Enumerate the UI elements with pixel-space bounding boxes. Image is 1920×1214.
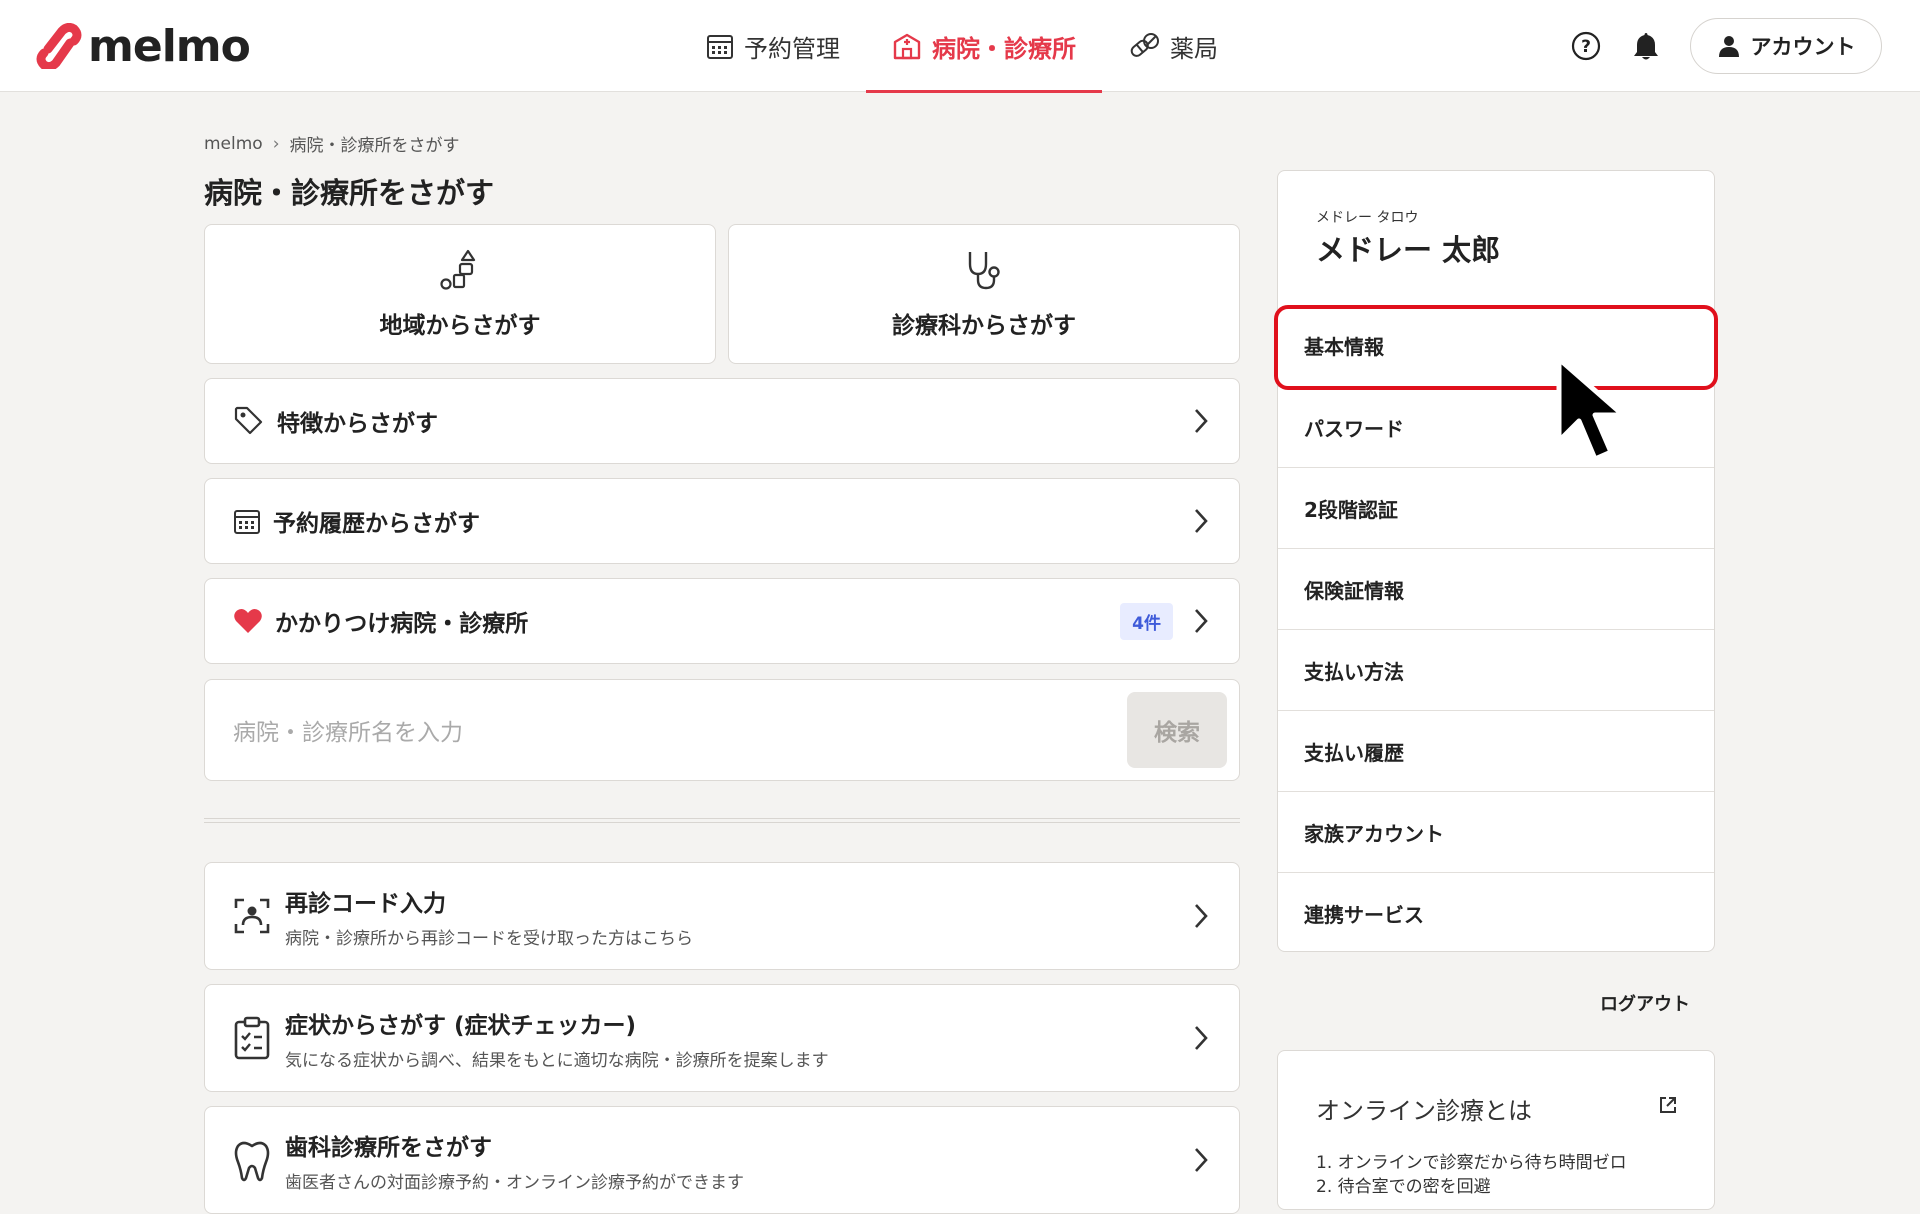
stethoscope-icon: [968, 252, 1000, 290]
section-divider: [204, 818, 1240, 823]
nav-reservations[interactable]: 予約管理: [680, 0, 866, 92]
logo-text: melmo: [88, 20, 251, 72]
online-consultation-list: 1. オンラインで診察だから待ち時間ゼロ 2. 待合室での密を回避: [1316, 1151, 1627, 1199]
nav-pharmacy[interactable]: 薬局: [1102, 0, 1244, 92]
row-feature-label: 特徴からさがす: [277, 411, 438, 437]
external-link-icon: [1660, 1097, 1676, 1113]
logout-link[interactable]: ログアウト: [1600, 990, 1690, 1016]
clipboard-check-icon: [234, 1016, 270, 1060]
bell-icon: [1634, 33, 1658, 60]
user-name-furigana: メドレー タロウ: [1316, 210, 1419, 226]
breadcrumb-home[interactable]: melmo: [204, 134, 263, 154]
symptom-checker-row[interactable]: 症状からさがす (症状チェッカー) 気になる症状から調べ、結果をもとに適切な病院…: [204, 984, 1240, 1092]
dental-subtitle: 歯医者さんの対面診療予約・オンライン診療予約ができます: [285, 1172, 744, 1193]
svg-text:?: ?: [1581, 37, 1591, 57]
chevron-right-icon: [1195, 904, 1208, 928]
calendar-icon: [707, 35, 733, 59]
hospital-icon: [893, 33, 921, 60]
menu-family-account[interactable]: 家族アカウント: [1278, 791, 1714, 872]
tile-department-label: 診療科からさがす: [892, 313, 1076, 339]
favorite-clinics-row[interactable]: かかりつけ病院・診療所 4件: [204, 578, 1240, 664]
search-input[interactable]: 病院・診療所名を入力: [233, 713, 1127, 747]
face-scan-icon: [234, 898, 270, 934]
region-shapes-icon: [440, 249, 476, 290]
search-by-feature-row[interactable]: 特徴からさがす: [204, 378, 1240, 464]
breadcrumb: melmo › 病院・診療所をさがす: [204, 131, 460, 157]
tag-icon: [234, 406, 263, 435]
help-button[interactable]: ?: [1568, 28, 1604, 64]
nav-reservations-label: 予約管理: [744, 34, 840, 63]
online-consultation-card[interactable]: オンライン診療とは 1. オンラインで診察だから待ち時間ゼロ 2. 待合室での密…: [1277, 1050, 1715, 1210]
mouse-cursor-icon: [1556, 356, 1626, 462]
help-icon: ?: [1571, 31, 1601, 61]
pill-icon: [1130, 33, 1159, 57]
heart-icon: [234, 608, 262, 633]
top-header: melmo 予約管理 病院・診療所 薬局 ? アカウント: [0, 0, 1920, 93]
tile-region-label: 地域からさがす: [379, 313, 541, 339]
online-consultation-title: オンライン診療とは: [1316, 1097, 1532, 1125]
nav-pharmacy-label: 薬局: [1170, 34, 1218, 63]
dental-search-row[interactable]: 歯科診療所をさがす 歯医者さんの対面診療予約・オンライン診療予約ができます: [204, 1106, 1240, 1214]
melmo-logo[interactable]: melmo: [36, 20, 251, 72]
revisit-code-title: 再診コード入力: [285, 890, 446, 917]
menu-two-factor[interactable]: 2段階認証: [1278, 467, 1714, 548]
menu-password[interactable]: パスワード: [1278, 386, 1714, 467]
basic-info-highlight: [1274, 305, 1718, 390]
chevron-right-icon: [1195, 409, 1208, 433]
menu-linked-services[interactable]: 連携サービス: [1278, 872, 1714, 953]
search-by-history-row[interactable]: 予約履歴からさがす: [204, 478, 1240, 564]
calendar-icon: [234, 510, 260, 534]
chevron-right-icon: [1195, 509, 1208, 533]
user-name: メドレー 太郎: [1316, 233, 1501, 267]
user-icon: [1718, 36, 1739, 57]
account-button[interactable]: アカウント: [1690, 18, 1882, 74]
account-label: アカウント: [1750, 35, 1856, 59]
clinic-name-search: 病院・診療所名を入力 検索: [204, 679, 1240, 781]
main-nav: 予約管理 病院・診療所 薬局: [680, 0, 1244, 93]
chevron-right-icon: [1195, 1026, 1208, 1050]
account-menu-card: メドレー タロウ メドレー 太郎 基本情報 パスワード 2段階認証 保険証情報 …: [1277, 170, 1715, 952]
dental-title: 歯科診療所をさがす: [285, 1134, 492, 1161]
symptom-checker-title: 症状からさがす (症状チェッカー): [285, 1012, 637, 1039]
menu-payment-method[interactable]: 支払い方法: [1278, 629, 1714, 710]
revisit-code-row[interactable]: 再診コード入力 病院・診療所から再診コードを受け取った方はこちら: [204, 862, 1240, 970]
page-title: 病院・診療所をさがす: [204, 176, 495, 210]
breadcrumb-current: 病院・診療所をさがす: [289, 136, 460, 156]
search-button[interactable]: 検索: [1127, 692, 1227, 768]
info-item: 1. オンラインで診察だから待ち時間ゼロ: [1316, 1153, 1627, 1173]
nav-hospitals[interactable]: 病院・診療所: [866, 0, 1102, 93]
row-history-label: 予約履歴からさがす: [273, 511, 480, 537]
melmo-logo-icon: [36, 23, 82, 69]
tooth-icon: [234, 1141, 270, 1182]
symptom-checker-subtitle: 気になる症状から調べ、結果をもとに適切な病院・診療所を提案します: [285, 1050, 829, 1071]
search-by-department-tile[interactable]: 診療科からさがす: [728, 224, 1240, 364]
chevron-right-icon: [1195, 609, 1208, 633]
favorite-count-badge: 4件: [1120, 602, 1173, 640]
search-by-region-tile[interactable]: 地域からさがす: [204, 224, 716, 364]
info-item: 2. 待合室での密を回避: [1316, 1177, 1491, 1197]
row-favorite-label: かかりつけ病院・診療所: [275, 611, 529, 637]
breadcrumb-chevron-icon: ›: [272, 133, 280, 154]
notifications-button[interactable]: [1628, 28, 1664, 64]
menu-insurance[interactable]: 保険証情報: [1278, 548, 1714, 629]
menu-payment-history[interactable]: 支払い履歴: [1278, 710, 1714, 791]
nav-hospitals-label: 病院・診療所: [932, 34, 1076, 63]
chevron-right-icon: [1195, 1148, 1208, 1172]
revisit-code-subtitle: 病院・診療所から再診コードを受け取った方はこちら: [285, 928, 693, 949]
